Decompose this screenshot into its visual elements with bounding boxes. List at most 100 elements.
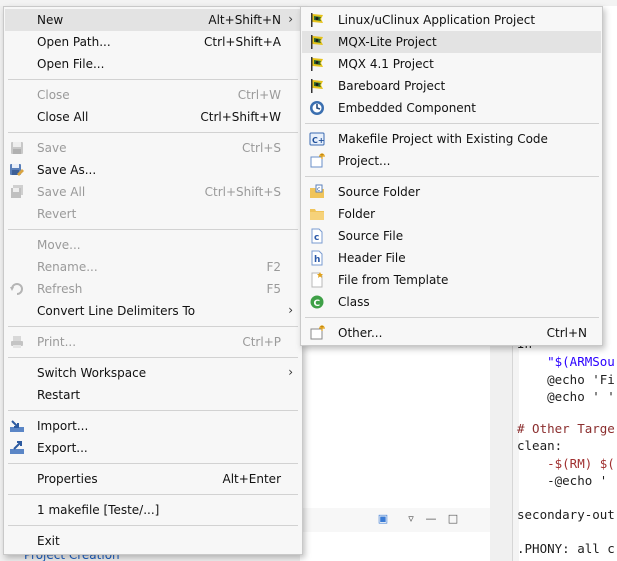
- import-icon: [9, 418, 25, 434]
- code-line: # Other Targe: [517, 421, 615, 436]
- save-as-icon: [9, 162, 25, 178]
- menu-separator: [8, 463, 298, 464]
- menu-item-label: New: [37, 13, 64, 27]
- file-menu-item-open-file[interactable]: Open File...: [5, 53, 301, 75]
- menu-item-label: Rename...: [37, 260, 98, 274]
- new-menu-item-source-file[interactable]: c Source File: [302, 225, 601, 247]
- new-console-icon[interactable]: ▣: [376, 512, 390, 526]
- menu-item-label: Revert: [37, 207, 77, 221]
- menu-item-shortcut: Ctrl+W: [237, 88, 281, 102]
- save-icon: [9, 140, 25, 156]
- file-menu-item-restart[interactable]: Restart: [5, 384, 301, 406]
- menu-item-label: Move...: [37, 238, 81, 252]
- new-menu-item-project[interactable]: Project...: [302, 150, 601, 172]
- code-line: "$(ARMSou: [517, 354, 615, 369]
- file-menu-item-export[interactable]: Export...: [5, 437, 301, 459]
- export-icon: [9, 440, 25, 456]
- code-line: -$(RM) $(: [517, 456, 615, 471]
- menu-item-label: Bareboard Project: [338, 79, 446, 93]
- new-menu-item-mqx-lite-project[interactable]: MQX-Lite Project: [302, 31, 601, 53]
- menu-separator: [8, 326, 298, 327]
- menu-item-shortcut: Ctrl+S: [241, 141, 281, 155]
- file-menu-item-move: Move...: [5, 234, 301, 256]
- menu-item-label: Restart: [37, 388, 81, 402]
- new-menu-item-class[interactable]: C Class: [302, 291, 601, 313]
- menu-item-label: Convert Line Delimiters To: [37, 304, 196, 318]
- new-menu-item-folder[interactable]: Folder: [302, 203, 601, 225]
- menu-item-shortcut: F2: [266, 260, 281, 274]
- menu-separator: [305, 123, 599, 124]
- new-menu-item-header-file[interactable]: h Header File: [302, 247, 601, 269]
- menu-item-label: Print...: [37, 335, 77, 349]
- menu-item-shortcut: Ctrl+Shift+S: [204, 185, 281, 199]
- maximize-icon[interactable]: □: [446, 512, 460, 526]
- component-icon: [309, 100, 325, 116]
- menu-item-label: Linux/uClinux Application Project: [338, 13, 536, 27]
- menu-item-label: Properties: [37, 472, 98, 486]
- file-menu: New Alt+Shift+N › Open Path... Ctrl+Shift+A O…: [3, 6, 303, 555]
- new-menu-item-source-folder[interactable]: c Source Folder: [302, 181, 601, 203]
- new-menu-item-file-from-template[interactable]: File from Template: [302, 269, 601, 291]
- new-menu-item-embedded-component[interactable]: Embedded Component: [302, 97, 601, 119]
- menu-item-shortcut: Ctrl+N: [546, 326, 587, 340]
- menu-separator: [305, 176, 599, 177]
- code-line: -@echo ': [517, 473, 608, 488]
- file-menu-item-print: Print... Ctrl+P: [5, 331, 301, 353]
- print-icon: [9, 334, 25, 350]
- new-project-icon: [309, 153, 325, 169]
- mqx-flag-icon: [309, 78, 325, 94]
- file-menu-item-switch-workspace[interactable]: Switch Workspace ›: [5, 362, 301, 384]
- menu-separator: [8, 494, 298, 495]
- menu-item-label: Switch Workspace: [37, 366, 147, 380]
- file-menu-item-revert: Revert: [5, 203, 301, 225]
- menu-separator: [8, 229, 298, 230]
- menu-separator: [8, 410, 298, 411]
- menu-item-label: MQX-Lite Project: [338, 35, 437, 49]
- mqx-flag-icon: [309, 56, 325, 72]
- file-menu-item-close-all[interactable]: Close All Ctrl+Shift+W: [5, 106, 301, 128]
- menu-item-label: Makefile Project with Existing Code: [338, 132, 548, 146]
- menu-item-label: Export...: [37, 441, 88, 455]
- file-menu-item-open-path[interactable]: Open Path... Ctrl+Shift+A: [5, 31, 301, 53]
- file-menu-item-1-makefile-teste[interactable]: 1 makefile [Teste/...]: [5, 499, 301, 521]
- menu-item-shortcut: F5: [266, 282, 281, 296]
- minimize-icon[interactable]: —: [424, 512, 438, 526]
- file-menu-item-convert-line-delimiters-to[interactable]: Convert Line Delimiters To ›: [5, 300, 301, 322]
- menu-item-label: Header File: [338, 251, 406, 265]
- code-line: @echo 'Fi: [517, 372, 615, 387]
- menu-item-label: 1 makefile [Teste/...]: [37, 503, 160, 517]
- menu-separator: [8, 357, 298, 358]
- new-submenu: Linux/uClinux Application Project MQX-Lit…: [300, 6, 603, 346]
- menu-item-label: Embedded Component: [338, 101, 476, 115]
- menu-item-label: Refresh: [37, 282, 83, 296]
- menu-item-shortcut: Alt+Enter: [222, 472, 281, 486]
- file-menu-item-import[interactable]: Import...: [5, 415, 301, 437]
- file-menu-item-new[interactable]: New Alt+Shift+N ›: [5, 9, 301, 31]
- menu-item-shortcut: Ctrl+P: [242, 335, 281, 349]
- menu-item-label: Open File...: [37, 57, 105, 71]
- code-line: @echo ' ': [517, 389, 615, 404]
- menu-item-label: Exit: [37, 534, 60, 548]
- file-menu-item-properties[interactable]: Properties Alt+Enter: [5, 468, 301, 490]
- submenu-arrow-icon: ›: [288, 303, 293, 317]
- class-icon: C: [309, 294, 325, 310]
- menu-separator: [305, 317, 599, 318]
- file-menu-item-refresh: Refresh F5: [5, 278, 301, 300]
- new-menu-item-other[interactable]: Other... Ctrl+N: [302, 322, 601, 344]
- menu-item-label: Project...: [338, 154, 391, 168]
- new-menu-item-linux-uclinux-application-project[interactable]: Linux/uClinux Application Project: [302, 9, 601, 31]
- menu-item-label: Folder: [338, 207, 376, 221]
- new-menu-item-makefile-project-with-existing-code[interactable]: C+ Makefile Project with Existing Code: [302, 128, 601, 150]
- view-menu-icon[interactable]: ▿: [404, 512, 418, 526]
- svg-text:C+: C+: [312, 136, 325, 145]
- file-menu-item-save-all: Save All Ctrl+Shift+S: [5, 181, 301, 203]
- new-menu-item-mqx-4-1-project[interactable]: MQX 4.1 Project: [302, 53, 601, 75]
- menu-item-label: Import...: [37, 419, 89, 433]
- file-menu-item-save-as[interactable]: Save As...: [5, 159, 301, 181]
- menu-item-shortcut: Ctrl+Shift+W: [200, 110, 281, 124]
- file-menu-item-exit[interactable]: Exit: [5, 530, 301, 552]
- submenu-arrow-icon: ›: [288, 365, 293, 379]
- new-menu-item-bareboard-project[interactable]: Bareboard Project: [302, 75, 601, 97]
- menu-separator: [8, 132, 298, 133]
- menu-item-label: Save: [37, 141, 67, 155]
